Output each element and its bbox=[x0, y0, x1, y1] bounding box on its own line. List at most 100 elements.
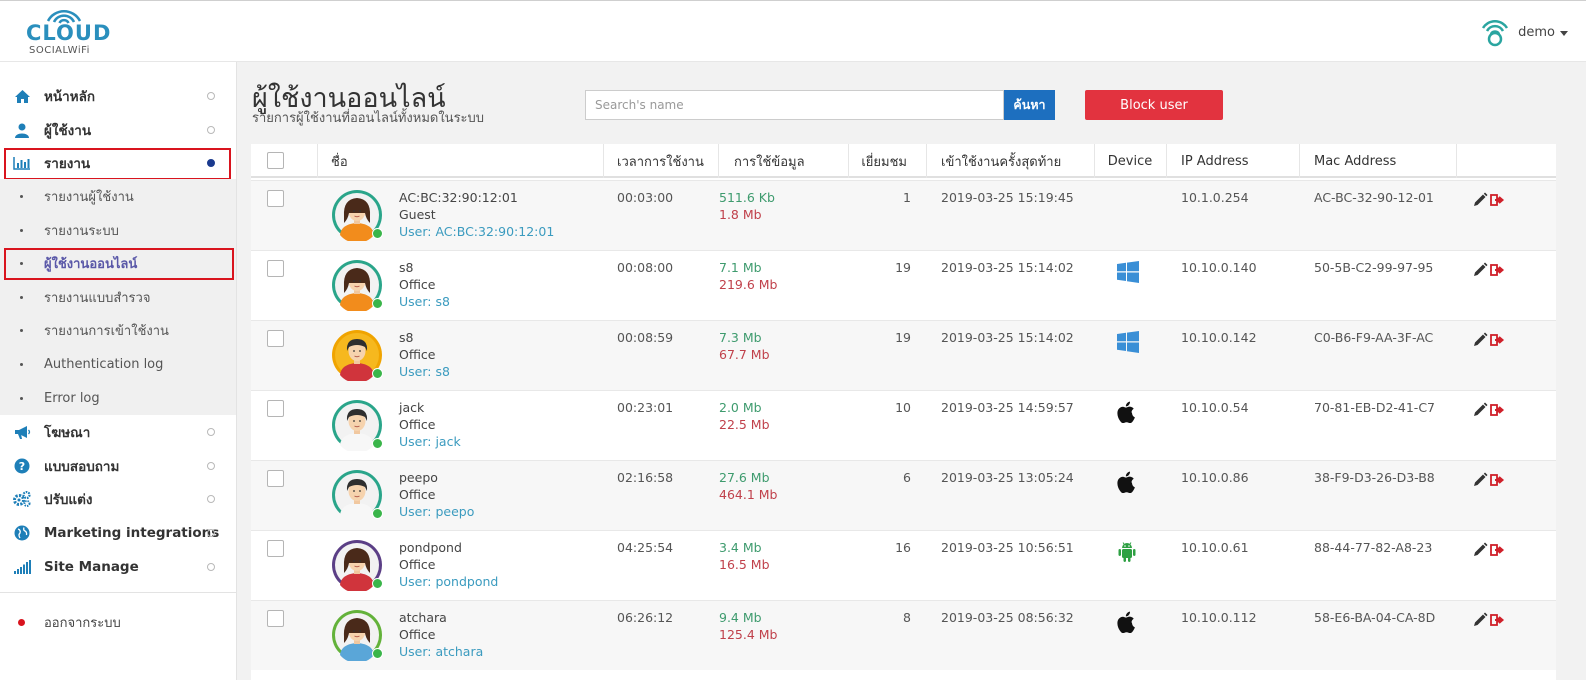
user-group: Guest bbox=[399, 207, 436, 222]
last-login: 2019-03-25 15:14:02 bbox=[941, 260, 1074, 275]
block-user-button[interactable]: Block user bbox=[1085, 90, 1223, 120]
row-actions bbox=[1472, 612, 1508, 628]
sidebar-item-ads[interactable]: โฆษณา bbox=[0, 415, 236, 449]
row-checkbox[interactable] bbox=[267, 540, 284, 557]
select-all-checkbox[interactable] bbox=[267, 152, 284, 169]
user-group: Office bbox=[399, 347, 436, 362]
column-separator bbox=[1456, 144, 1457, 178]
column-header-data[interactable]: การใช้ข้อมูล bbox=[734, 144, 805, 178]
submenu-item-survey-report[interactable]: รายงานแบบสำรวจ bbox=[0, 280, 236, 314]
submenu-item-auth-log[interactable]: Authentication log bbox=[0, 347, 236, 381]
user-login[interactable]: User: s8 bbox=[399, 293, 450, 310]
row-checkbox[interactable] bbox=[267, 260, 284, 277]
user-login[interactable]: User: peepo bbox=[399, 503, 474, 520]
user-icon bbox=[13, 121, 31, 139]
highlight-box bbox=[4, 248, 234, 280]
column-header-last-login[interactable]: เข้าใช้งานครั้งสุดท้าย bbox=[941, 144, 1061, 178]
edit-logout-icons[interactable] bbox=[1472, 542, 1506, 562]
logout-link[interactable]: ออกจากระบบ bbox=[0, 605, 236, 639]
sidebar-item-home[interactable]: หน้าหลัก bbox=[0, 79, 236, 113]
row-actions bbox=[1472, 542, 1508, 558]
sidebar-item-settings[interactable]: ปรับแต่ง bbox=[0, 482, 236, 516]
logout-dot-icon bbox=[18, 618, 25, 626]
sidebar-item-site-manage[interactable]: Site Manage bbox=[0, 550, 236, 584]
user-name: atchara bbox=[399, 610, 447, 625]
column-header-device[interactable]: Device bbox=[1094, 144, 1166, 178]
row-checkbox[interactable] bbox=[267, 470, 284, 487]
online-status-dot bbox=[372, 368, 383, 379]
edit-logout-icons[interactable] bbox=[1472, 472, 1506, 492]
row-checkbox[interactable] bbox=[267, 330, 284, 347]
usage-time: 02:16:58 bbox=[617, 470, 674, 485]
row-checkbox[interactable] bbox=[267, 400, 284, 417]
column-separator bbox=[317, 144, 318, 178]
status-dot bbox=[207, 92, 215, 100]
row-actions bbox=[1472, 332, 1508, 348]
sidebar-item-users[interactable]: ผู้ใช้งาน bbox=[0, 113, 236, 147]
table-row[interactable]: atchara Office User: atchara 06:26:12 9.4 Mb… bbox=[251, 600, 1556, 670]
search-button[interactable]: ค้นหา bbox=[1004, 90, 1055, 120]
row-checkbox[interactable] bbox=[267, 190, 284, 207]
table-row[interactable]: peepo Office User: peepo 02:16:58 27.6 Mb 464… bbox=[251, 460, 1556, 530]
column-header-visits[interactable]: เยี่ยมชม bbox=[849, 144, 907, 178]
online-status-dot bbox=[372, 228, 383, 239]
usage-time: 00:08:59 bbox=[617, 330, 674, 345]
table-row[interactable]: AC:BC:32:90:12:01 Guest User: AC:BC:32:90:… bbox=[251, 180, 1556, 250]
status-dot bbox=[207, 529, 215, 537]
logo-subtext: SOCIALWiFi bbox=[29, 45, 90, 56]
user-login[interactable]: User: jack bbox=[399, 433, 461, 450]
submenu-item-access-report[interactable]: รายงานการเข้าใช้งาน bbox=[0, 313, 236, 347]
user-menu[interactable]: demo bbox=[1480, 15, 1568, 49]
user-login[interactable]: User: pondpond bbox=[399, 573, 498, 590]
edit-logout-icons[interactable] bbox=[1472, 402, 1506, 422]
column-header-ip[interactable]: IP Address bbox=[1181, 144, 1249, 178]
search-input[interactable] bbox=[585, 90, 1004, 120]
submenu-item-user-report[interactable]: รายงานผู้ใช้งาน bbox=[0, 179, 236, 213]
upload-amount: 9.4 Mb bbox=[719, 610, 762, 625]
table-row[interactable]: s8 Office User: s8 00:08:00 7.1 Mb 219.6 Mb 19… bbox=[251, 250, 1556, 320]
sidebar-item-label: แบบสอบถาม bbox=[44, 459, 120, 475]
user-name: AC:BC:32:90:12:01 bbox=[399, 190, 518, 205]
last-login: 2019-03-25 13:05:24 bbox=[941, 470, 1074, 485]
user-group: Office bbox=[399, 557, 436, 572]
upload-amount: 7.3 Mb bbox=[719, 330, 762, 345]
logo-text: CLOUD bbox=[26, 21, 112, 45]
column-header-mac[interactable]: Mac Address bbox=[1314, 144, 1396, 178]
bullet bbox=[20, 295, 23, 299]
bullet bbox=[20, 362, 23, 366]
row-actions bbox=[1472, 192, 1508, 208]
row-checkbox[interactable] bbox=[267, 610, 284, 627]
sidebar-item-label: ผู้ใช้งาน bbox=[44, 123, 92, 139]
user-login[interactable]: User: AC:BC:32:90:12:01 bbox=[399, 223, 554, 240]
download-amount: 125.4 Mb bbox=[719, 627, 778, 642]
table-row[interactable]: jack Office User: jack 00:23:01 2.0 Mb 22.5 M… bbox=[251, 390, 1556, 460]
row-actions bbox=[1472, 262, 1508, 278]
usage-time: 00:23:01 bbox=[617, 400, 674, 415]
sidebar-divider bbox=[0, 592, 236, 593]
submenu-item-error-log[interactable]: Error log bbox=[0, 381, 236, 415]
download-amount: 22.5 Mb bbox=[719, 417, 770, 432]
visit-count: 6 bbox=[903, 470, 911, 485]
logo[interactable]: CLOUD SOCIALWiFi bbox=[22, 7, 132, 57]
edit-logout-icons[interactable] bbox=[1472, 262, 1506, 282]
sidebar-item-marketing[interactable]: Marketing integrations bbox=[0, 516, 236, 550]
edit-logout-icons[interactable] bbox=[1472, 612, 1506, 632]
ip-address: 10.10.0.112 bbox=[1181, 610, 1257, 625]
mac-address: 70-81-EB-D2-41-C7 bbox=[1314, 400, 1436, 415]
download-amount: 464.1 Mb bbox=[719, 487, 778, 502]
column-header-name[interactable]: ชื่อ bbox=[331, 144, 348, 178]
last-login: 2019-03-25 15:14:02 bbox=[941, 330, 1074, 345]
edit-logout-icons[interactable] bbox=[1472, 332, 1506, 352]
submenu-item-system-report[interactable]: รายงานระบบ bbox=[0, 213, 236, 247]
user-login[interactable]: User: atchara bbox=[399, 643, 483, 660]
top-header: CLOUD SOCIALWiFi demo bbox=[0, 0, 1586, 62]
online-status-dot bbox=[372, 438, 383, 449]
table-row[interactable]: s8 Office User: s8 00:08:59 7.3 Mb 67.7 Mb 19 2… bbox=[251, 320, 1556, 390]
user-group: Office bbox=[399, 627, 436, 642]
user-login[interactable]: User: s8 bbox=[399, 363, 450, 380]
sidebar-item-survey[interactable]: ? แบบสอบถาม bbox=[0, 449, 236, 483]
column-header-time[interactable]: เวลาการใช้งาน bbox=[617, 144, 704, 178]
table-row[interactable]: pondpond Office User: pondpond 04:25:54 3.4 … bbox=[251, 530, 1556, 600]
bullet bbox=[20, 228, 23, 232]
edit-logout-icons[interactable] bbox=[1472, 192, 1506, 212]
